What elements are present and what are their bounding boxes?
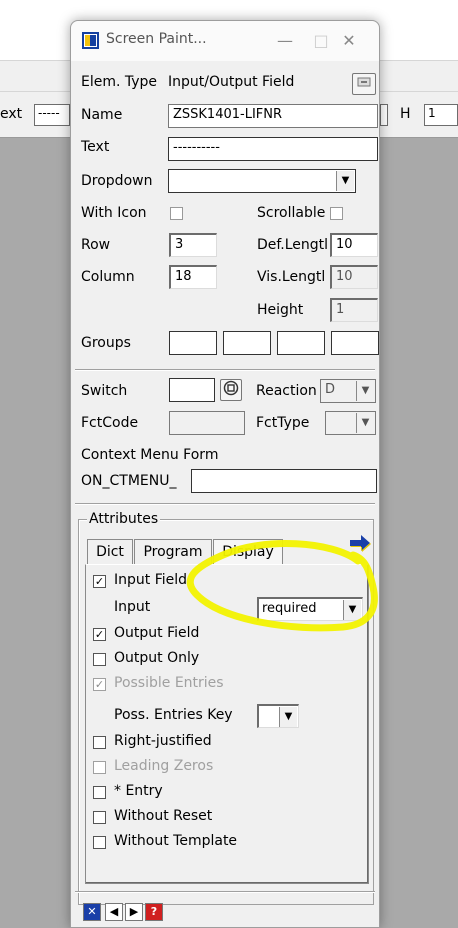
right-justified-label: Right-justified	[114, 733, 212, 749]
groups-field-1[interactable]	[169, 331, 217, 355]
vis-length-field: 10	[330, 265, 378, 289]
next-arrow-small-icon[interactable]: ▶	[125, 903, 143, 921]
column-field[interactable]: 18	[169, 265, 217, 289]
background-text-label: ext	[0, 106, 23, 122]
previous-arrow-icon[interactable]: ◀	[105, 903, 123, 921]
screen-painter-app-icon	[82, 32, 99, 49]
output-only-checkbox[interactable]	[93, 653, 106, 666]
minimize-button[interactable]: —	[271, 27, 299, 55]
on-ctmenu-label: ON_CTMENU_	[81, 473, 177, 489]
section-divider-2	[75, 503, 375, 505]
dropdown-select[interactable]: ▼	[168, 169, 356, 193]
poss-entries-key-label: Poss. Entries Key	[114, 707, 233, 723]
fcttype-arrow-icon[interactable]: ▼	[356, 413, 374, 433]
groups-field-2[interactable]	[223, 331, 271, 355]
row-field[interactable]: 3	[169, 233, 217, 257]
fctcode-field	[169, 411, 245, 435]
reaction-label: Reaction	[256, 383, 317, 399]
fcttype-select[interactable]: ▼	[325, 411, 376, 435]
groups-label: Groups	[81, 335, 131, 351]
without-template-checkbox[interactable]	[93, 836, 106, 849]
row-label: Row	[81, 237, 111, 253]
fctcode-label: FctCode	[81, 415, 139, 431]
elem-type-value: Input/Output Field	[168, 74, 295, 90]
poss-entries-key-arrow-icon[interactable]: ▼	[279, 707, 297, 727]
help-icon[interactable]: ?	[145, 903, 163, 921]
leading-zeros-checkbox	[93, 761, 106, 774]
attributes-title: Attributes	[87, 511, 161, 527]
section-divider	[75, 369, 375, 371]
possible-entries-label: Possible Entries	[114, 675, 224, 691]
background-field-edge[interactable]	[380, 104, 388, 126]
fcttype-label: FctType	[256, 415, 310, 431]
star-entry-checkbox[interactable]	[93, 786, 106, 799]
yellow-highlight-annotation	[186, 540, 378, 632]
element-type-icon[interactable]	[352, 73, 376, 95]
with-icon-checkbox[interactable]	[170, 207, 183, 220]
without-reset-label: Without Reset	[114, 808, 213, 824]
context-menu-form-label: Context Menu Form	[81, 447, 219, 463]
text-label: Text	[81, 139, 110, 155]
screen-painter-attributes-window: Screen Paint... — □ ✕ Elem. Type Input/O…	[70, 20, 380, 928]
right-justified-checkbox[interactable]	[93, 736, 106, 749]
input-field-checkbox[interactable]: ✓	[93, 575, 106, 588]
output-only-label: Output Only	[114, 650, 200, 666]
def-length-field[interactable]: 10	[330, 233, 378, 257]
scrollable-label: Scrollable	[257, 205, 326, 221]
dropdown-label: Dropdown	[81, 173, 153, 189]
window-title: Screen Paint...	[106, 31, 207, 47]
maximize-button[interactable]: □	[307, 27, 335, 55]
input-field-label: Input Field	[114, 572, 188, 588]
height-field: 1	[330, 298, 378, 322]
switch-field[interactable]	[169, 378, 215, 402]
with-icon-label: With Icon	[81, 205, 147, 221]
context-menu-form-field[interactable]	[191, 469, 377, 493]
reaction-value: D	[325, 382, 336, 397]
reaction-select[interactable]: D ▼	[320, 379, 376, 403]
without-template-label: Without Template	[114, 833, 238, 849]
switch-detail-button[interactable]	[220, 379, 242, 401]
name-field[interactable]: ZSSK1401-LIFNR	[168, 104, 378, 128]
without-reset-checkbox[interactable]	[93, 811, 106, 824]
leading-zeros-label: Leading Zeros	[114, 758, 214, 774]
elem-type-label: Elem. Type	[81, 74, 158, 90]
background-height-label: H	[400, 106, 411, 122]
reaction-arrow-icon[interactable]: ▼	[356, 381, 374, 401]
close-button[interactable]: ✕	[335, 27, 363, 55]
text-field[interactable]: ----------	[168, 137, 378, 161]
groups-field-3[interactable]	[277, 331, 325, 355]
scrollable-checkbox[interactable]	[330, 207, 343, 220]
column-label: Column	[81, 269, 135, 285]
output-field-checkbox[interactable]: ✓	[93, 628, 106, 641]
bottom-divider	[75, 891, 375, 893]
close-x-icon[interactable]: ✕	[83, 903, 101, 921]
groups-field-4[interactable]	[331, 331, 379, 355]
star-entry-label: * Entry	[114, 783, 163, 799]
background-text-field[interactable]: -----	[34, 104, 70, 126]
background-height-field[interactable]: 1	[424, 104, 458, 126]
dropdown-arrow-icon[interactable]: ▼	[336, 171, 354, 191]
poss-entries-key-select[interactable]: ▼	[257, 704, 299, 728]
window-titlebar[interactable]: Screen Paint... — □ ✕	[71, 21, 379, 61]
tab-dict[interactable]: Dict	[87, 539, 133, 565]
name-label: Name	[81, 107, 123, 123]
possible-entries-checkbox: ✓	[93, 678, 106, 691]
switch-label: Switch	[81, 383, 128, 399]
height-label: Height	[257, 302, 304, 318]
def-length-label: Def.Lengtl	[257, 237, 329, 253]
vis-length-label: Vis.Lengtl	[257, 269, 326, 285]
input-label: Input	[114, 599, 151, 615]
